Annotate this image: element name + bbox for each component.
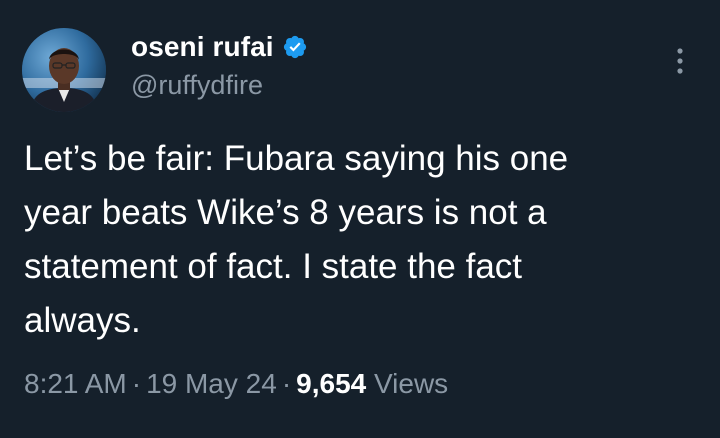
avatar-image — [22, 28, 106, 112]
user-header: oseni rufai @ruffydfire — [131, 26, 308, 101]
verified-badge-icon — [282, 34, 308, 60]
user-handle[interactable]: @ruffydfire — [131, 70, 308, 101]
display-name[interactable]: oseni rufai — [131, 31, 274, 63]
avatar[interactable] — [22, 28, 106, 112]
views-count[interactable]: 9,654 — [296, 368, 366, 399]
more-vertical-icon — [677, 48, 683, 74]
tweet-date[interactable]: 19 May 24 — [146, 368, 277, 399]
tweet-meta: 8:21 AM · 19 May 24 · 9,654 Views — [24, 368, 448, 400]
name-row: oseni rufai — [131, 26, 308, 68]
more-options-button[interactable] — [668, 44, 692, 78]
tweet-card: oseni rufai @ruffydfire Let’s be fair: F… — [0, 0, 720, 438]
meta-separator: · — [131, 368, 142, 399]
tweet-time[interactable]: 8:21 AM — [24, 368, 127, 399]
tweet-text: Let’s be fair: Fubara saying his one yea… — [24, 139, 569, 340]
meta-separator: · — [281, 368, 292, 399]
views-label: Views — [374, 368, 449, 399]
